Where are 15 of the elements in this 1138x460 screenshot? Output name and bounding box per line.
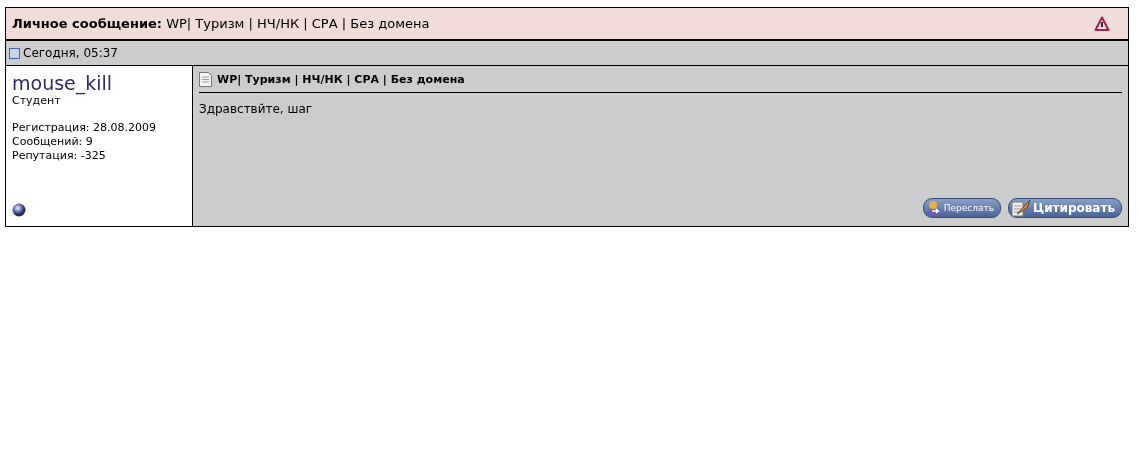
quill-icon — [1011, 199, 1031, 217]
author-stat: Репутация: -325 — [12, 149, 107, 163]
quote-button[interactable]: Цитировать — [1008, 198, 1122, 218]
header-title: Личное сообщение: WP| Туризм | НЧ/НК | СРА | Без домена — [12, 16, 430, 31]
author-name[interactable]: mouse_kill — [12, 72, 192, 94]
status-icon — [12, 203, 26, 217]
post-body: Здравствйте, шаг — [199, 102, 314, 116]
post-subject: WP| Туризм | НЧ/НК | СРА | Без домена — [217, 73, 465, 86]
author-stat: Сообщений: 9 — [12, 135, 94, 149]
author-stat: Регистрация: 28.08.2009 — [12, 121, 157, 135]
warning-icon[interactable] — [1094, 15, 1110, 32]
forward-button[interactable]: Переслать — [922, 198, 1001, 218]
person-icon — [925, 200, 942, 216]
post-date: Сегодня, 05:37 — [23, 46, 118, 60]
author-rank: Студент — [12, 94, 61, 107]
